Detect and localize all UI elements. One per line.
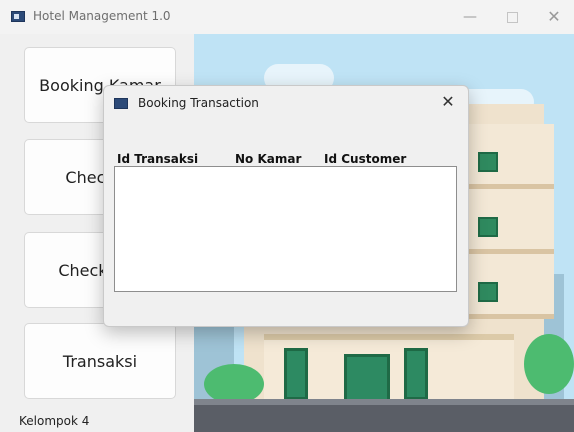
footer-label: Kelompok 4 — [19, 414, 90, 428]
minimize-button[interactable]: — — [455, 6, 485, 28]
column-id-transaksi: Id Transaksi — [117, 152, 199, 166]
lobby-window-icon — [404, 348, 428, 400]
maximize-button[interactable] — [497, 6, 527, 28]
street — [194, 405, 574, 432]
transaction-list[interactable] — [114, 166, 457, 292]
app-window-icon — [11, 11, 25, 22]
dialog-title: Booking Transaction — [138, 96, 259, 110]
building-window-icon — [478, 282, 498, 302]
building-window-icon — [478, 152, 498, 172]
maximize-icon — [506, 11, 518, 23]
booking-transaction-dialog: Booking Transaction ✕ Id Transaksi No Ka… — [103, 85, 469, 327]
column-id-customer: Id Customer — [324, 152, 407, 166]
lobby-window-icon — [284, 348, 308, 400]
transaksi-button[interactable]: Transaksi — [24, 323, 176, 399]
tree-icon — [204, 364, 264, 404]
tree-icon — [524, 334, 574, 394]
close-button[interactable]: ✕ — [539, 6, 569, 28]
dialog-close-button[interactable]: ✕ — [436, 90, 460, 114]
title-bar: Hotel Management 1.0 — ✕ — [0, 0, 574, 34]
window-title: Hotel Management 1.0 — [33, 9, 171, 23]
dialog-window-icon — [114, 98, 128, 109]
column-no-kamar: No Kamar — [235, 152, 302, 166]
main-window: Hotel Management 1.0 — ✕ Booking Kamar C… — [0, 0, 574, 432]
building-window-icon — [478, 217, 498, 237]
